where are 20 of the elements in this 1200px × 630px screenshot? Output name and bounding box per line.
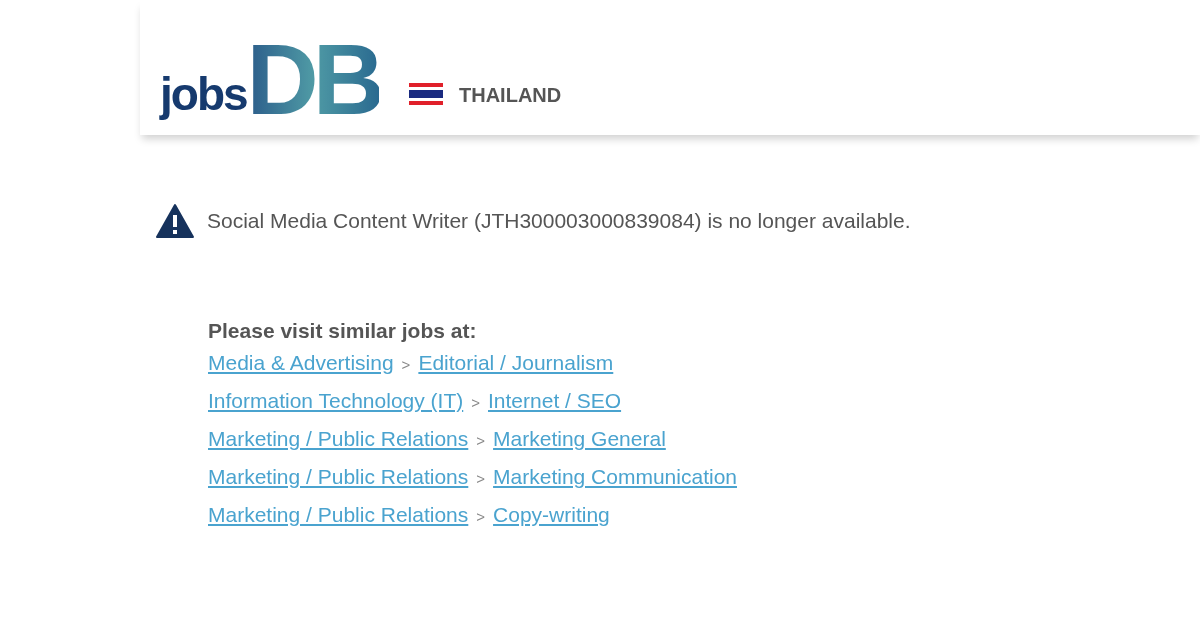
category-link[interactable]: Information Technology (IT) xyxy=(208,389,464,413)
unavailable-message: Social Media Content Writer (JTH300003000839084) is no longer available. xyxy=(207,209,911,233)
breadcrumb-separator: > xyxy=(471,394,480,411)
warning-icon xyxy=(155,203,195,239)
similar-jobs-heading: Please visit similar jobs at: xyxy=(208,319,478,343)
category-link[interactable]: Marketing / Public Relations xyxy=(208,465,469,489)
subcategory-link[interactable]: Copy-writing xyxy=(493,503,610,527)
category-link[interactable]: Marketing / Public Relations xyxy=(208,427,469,451)
subcategory-link[interactable]: Marketing General xyxy=(493,427,666,451)
category-link[interactable]: Marketing / Public Relations xyxy=(208,503,469,527)
category-link[interactable]: Media & Advertising xyxy=(208,351,394,375)
subcategory-link[interactable]: Internet / SEO xyxy=(488,389,622,413)
country-label: THAILAND xyxy=(459,84,562,107)
thai-flag-icon xyxy=(409,83,443,105)
subcategory-link[interactable]: Marketing Communication xyxy=(493,465,737,489)
breadcrumb-separator: > xyxy=(476,508,486,525)
breadcrumb-separator: > xyxy=(476,432,486,449)
subcategory-link[interactable]: Editorial / Journalism xyxy=(418,351,614,375)
breadcrumb-separator: > xyxy=(401,356,411,373)
breadcrumb-separator: > xyxy=(476,470,486,487)
